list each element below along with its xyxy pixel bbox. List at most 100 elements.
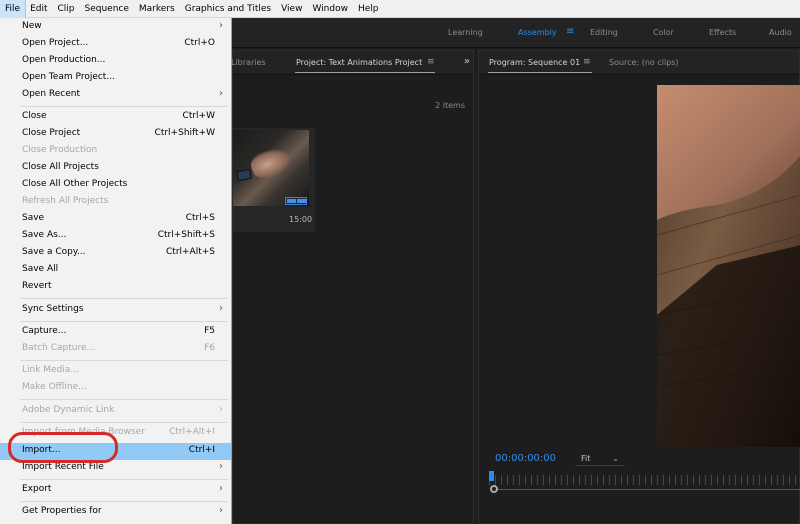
menu-view[interactable]: View: [276, 0, 307, 18]
workspace-color[interactable]: Color: [653, 28, 674, 37]
menu-item-label: Save All: [22, 264, 59, 274]
menu-item-shortcut: Ctrl+I: [188, 445, 215, 455]
menu-item-label: Import Recent File: [22, 462, 104, 472]
menu-item-label: Get Properties for: [22, 506, 102, 516]
submenu-arrow-icon: ›: [219, 88, 223, 99]
submenu-arrow-icon: ›: [219, 461, 223, 472]
thumbnail-phone-image: [236, 168, 252, 182]
menu-item-label: Close Project: [22, 128, 81, 138]
menu-item-label: Save As...: [22, 230, 67, 240]
menu-item-batch-capture: Batch Capture... F6: [0, 341, 231, 358]
panel-overflow-icon[interactable]: »: [464, 56, 470, 67]
menu-item-revert[interactable]: Revert: [0, 279, 231, 296]
program-video-frame: [657, 85, 800, 447]
menu-item-save-as[interactable]: Save As... Ctrl+Shift+S: [0, 228, 231, 245]
submenu-arrow-icon: ›: [219, 483, 223, 494]
submenu-arrow-icon: ›: [219, 303, 223, 314]
menu-item-shortcut: Ctrl+O: [184, 38, 215, 48]
menu-item-export[interactable]: Export ›: [0, 482, 231, 499]
program-tab-row: Program: Sequence 01 ≡ Source: (no clips…: [479, 51, 799, 75]
clip-thumbnail: [233, 130, 309, 206]
menu-item-close-production: Close Production: [0, 143, 231, 160]
menu-separator: [20, 479, 228, 480]
menu-item-new[interactable]: New ›: [0, 19, 231, 36]
workspace-learning[interactable]: Learning: [448, 28, 483, 37]
menu-separator: [20, 321, 228, 322]
menu-item-close-project[interactable]: Close Project Ctrl+Shift+W: [0, 126, 231, 143]
workspace-effects[interactable]: Effects: [709, 28, 736, 37]
menu-item-save-a-copy[interactable]: Save a Copy... Ctrl+Alt+S: [0, 245, 231, 262]
menu-edit[interactable]: Edit: [25, 0, 52, 18]
menu-item-refresh-all-projects: Refresh All Projects: [0, 194, 231, 211]
menu-help[interactable]: Help: [353, 0, 384, 18]
clip-duration: 15:00: [289, 215, 313, 224]
menu-item-label: Close All Projects: [22, 162, 99, 172]
menu-item-label: Revert: [22, 281, 52, 291]
menu-item-save-all[interactable]: Save All: [0, 262, 231, 279]
chevron-down-icon: ⌄: [612, 454, 619, 463]
menu-item-open-project[interactable]: Open Project... Ctrl+O: [0, 36, 231, 53]
scrub-bar[interactable]: [493, 489, 800, 490]
menu-item-shortcut: Ctrl+Alt+S: [166, 247, 215, 257]
menu-item-label: Close: [22, 111, 47, 121]
menu-item-open-production[interactable]: Open Production...: [0, 53, 231, 70]
submenu-arrow-icon: ›: [219, 505, 223, 516]
menu-item-capture[interactable]: Capture... F5: [0, 324, 231, 341]
menu-item-shortcut: Ctrl+S: [185, 213, 215, 223]
tab-source[interactable]: Source: (no clips): [609, 58, 679, 67]
menu-markers[interactable]: Markers: [134, 0, 180, 18]
file-menu-dropdown: New › Open Project... Ctrl+O Open Producti…: [0, 18, 232, 524]
menu-item-shortcut: Ctrl+Shift+W: [154, 128, 215, 138]
menu-sequence[interactable]: Sequence: [80, 0, 134, 18]
workspace-assembly[interactable]: Assembly: [518, 28, 557, 37]
menu-item-label: Close All Other Projects: [22, 179, 128, 189]
menu-item-label: Capture...: [22, 326, 67, 336]
menu-item-close-all-projects[interactable]: Close All Projects: [0, 160, 231, 177]
menu-item-sync-settings[interactable]: Sync Settings ›: [0, 302, 231, 319]
playhead-marker[interactable]: [489, 471, 494, 481]
program-panel-menu-icon[interactable]: ≡: [583, 57, 591, 67]
workspace-audio[interactable]: Audio: [769, 28, 792, 37]
menu-item-label: Close Production: [22, 145, 98, 155]
workspace-menu-icon[interactable]: ≡: [566, 26, 574, 37]
workspace-editing[interactable]: Editing: [590, 28, 618, 37]
zoom-handle[interactable]: [490, 485, 498, 493]
tab-libraries[interactable]: Libraries: [231, 58, 266, 67]
menu-item-label: Sync Settings: [22, 304, 84, 314]
menu-clip[interactable]: Clip: [53, 0, 80, 18]
menu-item-label: Make Offline...: [22, 382, 87, 392]
menu-graphics-and-titles[interactable]: Graphics and Titles: [180, 0, 276, 18]
menu-bar: File Edit Clip Sequence Markers Graphics…: [0, 0, 800, 19]
menu-separator: [20, 298, 228, 299]
menu-item-close[interactable]: Close Ctrl+W: [0, 109, 231, 126]
menu-item-label: Link Media...: [22, 365, 79, 375]
menu-item-close-all-other-projects[interactable]: Close All Other Projects: [0, 177, 231, 194]
menu-item-save[interactable]: Save Ctrl+S: [0, 211, 231, 228]
menu-item-label: Save a Copy...: [22, 247, 86, 257]
menu-item-link-media: Link Media...: [0, 363, 231, 380]
zoom-fit-dropdown[interactable]: Fit ⌄: [575, 452, 625, 466]
menu-separator: [20, 106, 228, 107]
menu-item-label: Open Project...: [22, 38, 89, 48]
fit-label: Fit: [581, 454, 591, 463]
active-tab-underline: [488, 72, 592, 73]
timecode-display[interactable]: 00:00:00:00: [495, 453, 556, 464]
clip-thumbnail-card[interactable]: 15:00: [233, 128, 315, 232]
menu-item-get-properties-for[interactable]: Get Properties for ›: [0, 504, 231, 521]
menu-item-shortcut: F6: [204, 343, 215, 353]
menu-item-label: Adobe Dynamic Link: [22, 405, 115, 415]
menu-item-adobe-dynamic-link: Adobe Dynamic Link ›: [0, 403, 231, 420]
program-monitor-panel: Program: Sequence 01 ≡ Source: (no clips…: [478, 50, 800, 524]
menu-window[interactable]: Window: [307, 0, 353, 18]
panel-menu-icon[interactable]: ≡: [427, 57, 435, 67]
menu-item-open-team-project[interactable]: Open Team Project...: [0, 70, 231, 87]
project-panel: Libraries Project: Text Animations Proje…: [231, 50, 474, 524]
tab-project[interactable]: Project: Text Animations Project: [296, 58, 422, 67]
time-ruler[interactable]: [489, 475, 800, 485]
menu-file[interactable]: File: [0, 0, 27, 19]
workspace-bar: Learning Assembly ≡ Editing Color Effect…: [232, 18, 800, 48]
menu-item-open-recent[interactable]: Open Recent ›: [0, 87, 231, 104]
items-count: 2 items: [435, 101, 465, 110]
submenu-arrow-icon: ›: [219, 404, 223, 415]
tab-program[interactable]: Program: Sequence 01: [489, 58, 580, 67]
